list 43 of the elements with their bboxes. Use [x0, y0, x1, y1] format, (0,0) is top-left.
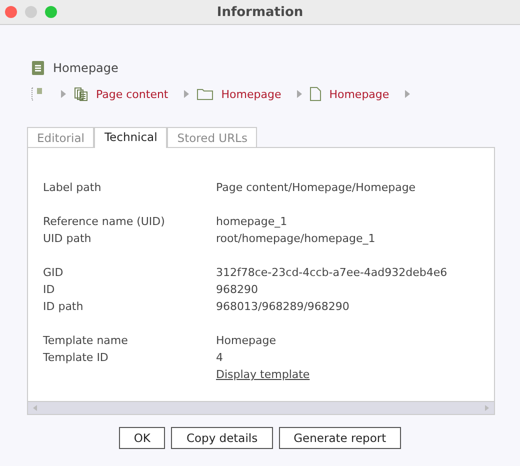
close-button[interactable]: [5, 6, 17, 18]
tab[interactable]: Stored URLs: [167, 127, 258, 147]
display-template-link[interactable]: Display template: [216, 368, 310, 381]
field-value: 968013/968289/968290: [216, 300, 350, 313]
field-value: root/homepage/homepage_1: [216, 232, 376, 245]
tab[interactable]: Technical: [94, 127, 168, 148]
arrow-icon[interactable]: [184, 90, 190, 98]
arrow-icon[interactable]: [297, 90, 302, 98]
field-label: Template name: [43, 334, 128, 347]
tab[interactable]: Editorial: [27, 127, 94, 147]
field-label: Reference name (UID): [43, 215, 165, 228]
zoom-button[interactable]: [45, 6, 57, 18]
window-title: Information: [216, 4, 304, 20]
field-label: ID: [43, 283, 55, 296]
breadcrumb-link[interactable]: Homepage: [221, 88, 282, 100]
field-label: Label path: [43, 181, 102, 194]
dialog-button[interactable]: Generate report: [278, 427, 402, 449]
field-label: GID: [43, 266, 64, 279]
horizontal-scrollbar[interactable]: [28, 401, 494, 414]
breadcrumb-link[interactable]: Homepage: [329, 88, 390, 100]
dialog-button[interactable]: Copy details: [171, 427, 273, 449]
folder-icon: [197, 88, 214, 100]
field-label: UID path: [43, 232, 92, 245]
field-value: 312f78ce-23cd-4ccb-a7ee-4ad932deb4e6: [216, 266, 448, 279]
field-value: 968290: [216, 283, 258, 296]
scroll-left-icon[interactable]: [33, 405, 37, 411]
arrow-icon[interactable]: [405, 90, 410, 98]
arrow-icon[interactable]: [61, 90, 66, 98]
document-icon: [32, 61, 44, 75]
scroll-right-icon[interactable]: [485, 405, 489, 411]
field-label: Template ID: [43, 351, 108, 364]
pages-icon: [74, 87, 88, 101]
field-label: ID path: [43, 300, 84, 313]
tree-root-icon: [31, 87, 43, 101]
minimize-button[interactable]: [25, 6, 37, 18]
page-title: Homepage: [53, 61, 118, 75]
dialog-button[interactable]: OK: [118, 427, 166, 449]
field-value: Homepage: [216, 334, 276, 347]
page-icon: [310, 87, 322, 101]
field-value: Page content/Homepage/Homepage: [216, 181, 416, 194]
field-value: 4: [216, 351, 223, 364]
breadcrumb-link[interactable]: Page content: [96, 88, 168, 100]
field-value: homepage_1: [216, 215, 288, 228]
